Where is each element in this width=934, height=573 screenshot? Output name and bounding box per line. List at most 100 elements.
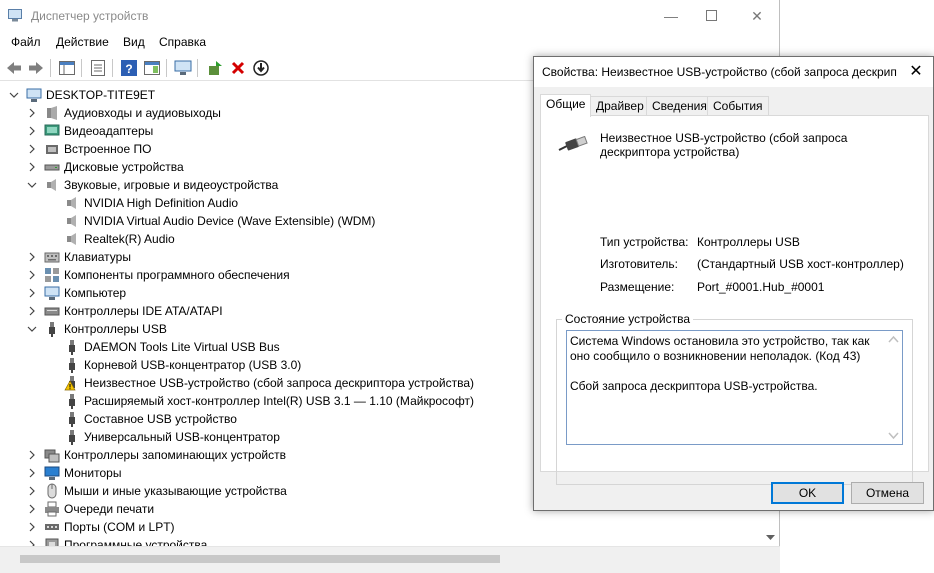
expand-toggle[interactable] <box>26 284 38 302</box>
device-item[interactable]: NVIDIA High Definition Audio <box>64 194 238 212</box>
disk-drive-icon <box>44 159 60 175</box>
chevron-right-icon <box>29 108 35 118</box>
category-item[interactable]: Видеоадаптеры <box>26 122 153 140</box>
expand-toggle[interactable] <box>26 464 38 482</box>
update-driver-icon <box>209 61 222 75</box>
category-item[interactable]: Компьютер <box>26 284 126 302</box>
maximize-button[interactable] <box>688 0 734 32</box>
device-type-value: Контроллеры USB <box>697 235 800 249</box>
scan-hardware-button[interactable] <box>173 58 193 78</box>
category-item[interactable]: Контроллеры запоминающих устройств <box>26 446 286 464</box>
tab-details[interactable]: Сведения <box>646 96 713 116</box>
tree-item-label: Мониторы <box>64 466 122 480</box>
chevron-right-icon <box>29 270 35 280</box>
tree-item-label: Универсальный USB-концентратор <box>84 430 280 444</box>
update-driver-button[interactable] <box>205 58 225 78</box>
general-tab-panel: Неизвестное USB-устройство (сбой запроса… <box>540 115 929 485</box>
warning-icon <box>64 375 80 391</box>
category-item[interactable]: Аудиовходы и аудиовыходы <box>26 104 221 122</box>
category-item[interactable]: Мониторы <box>26 464 121 482</box>
expand-toggle[interactable] <box>26 122 38 140</box>
title-bar: Диспетчер устройств — ✕ <box>0 0 779 32</box>
manufacturer-label: Изготовитель: <box>600 257 678 271</box>
uninstall-device-button[interactable] <box>228 58 248 78</box>
tree-item-label: Звуковые, игровые и видеоустройства <box>64 178 279 192</box>
expand-toggle[interactable] <box>26 320 38 338</box>
tree-item-label: Realtek(R) Audio <box>84 232 175 246</box>
status-scrollbar[interactable] <box>885 331 902 444</box>
toolbar-separator <box>81 59 82 77</box>
computer-icon <box>26 87 42 103</box>
horizontal-scrollbar[interactable] <box>0 546 780 573</box>
expand-toggle[interactable] <box>8 86 20 104</box>
speaker-icon <box>64 213 80 229</box>
menu-help[interactable]: Справка <box>159 35 206 49</box>
expand-toggle[interactable] <box>26 482 38 500</box>
location-label: Размещение: <box>600 280 675 294</box>
expand-toggle[interactable] <box>26 104 38 122</box>
tab-general[interactable]: Общие <box>540 94 592 117</box>
expand-toggle[interactable] <box>26 140 38 158</box>
back-button[interactable] <box>4 58 24 78</box>
category-item[interactable]: Программные устройства <box>26 536 207 546</box>
monitor-icon <box>44 465 60 481</box>
device-status-group: Состояние устройства Система Windows ост… <box>556 312 913 485</box>
menu-action[interactable]: Действие <box>56 35 109 49</box>
device-item[interactable]: Расширяемый хост-контроллер Intel(R) USB… <box>64 392 474 410</box>
show-hide-tree-button[interactable] <box>57 58 77 78</box>
device-name: Неизвестное USB-устройство (сбой запроса… <box>600 131 848 159</box>
menu-view[interactable]: Вид <box>123 35 145 49</box>
tab-driver[interactable]: Драйвер <box>590 96 650 116</box>
expand-toggle[interactable] <box>26 500 38 518</box>
manufacturer-value: (Стандартный USB хост-контроллер) <box>697 257 904 271</box>
expand-toggle[interactable] <box>26 536 38 546</box>
category-item[interactable]: Звуковые, игровые и видеоустройства <box>26 176 278 194</box>
category-item[interactable]: Клавиатуры <box>26 248 131 266</box>
tab-events[interactable]: События <box>707 96 769 116</box>
expand-toggle[interactable] <box>26 176 38 194</box>
device-item[interactable]: Составное USB устройство <box>64 410 237 428</box>
device-item[interactable]: DAEMON Tools Lite Virtual USB Bus <box>64 338 280 356</box>
device-status-textbox[interactable]: Система Windows остановила это устройств… <box>566 330 903 445</box>
tree-item-label: Клавиатуры <box>64 250 131 264</box>
category-item[interactable]: Мыши и иные указывающие устройства <box>26 482 287 500</box>
expand-toggle[interactable] <box>26 248 38 266</box>
action-pane-button[interactable] <box>142 58 162 78</box>
monitor-scan-icon <box>174 60 192 75</box>
category-item[interactable]: Компоненты программного обеспечения <box>26 266 290 284</box>
device-item[interactable]: Универсальный USB-концентратор <box>64 428 280 446</box>
device-item[interactable]: Корневой USB-концентратор (USB 3.0) <box>64 356 301 374</box>
menu-file[interactable]: Файл <box>11 35 41 49</box>
category-item[interactable]: Очереди печати <box>26 500 154 518</box>
category-item[interactable]: Порты (COM и LPT) <box>26 518 175 536</box>
category-item[interactable]: Контроллеры IDE ATA/ATAPI <box>26 302 223 320</box>
properties-button[interactable] <box>88 58 108 78</box>
chevron-down-icon <box>27 326 37 332</box>
expand-toggle[interactable] <box>26 518 38 536</box>
tree-item-label: Корневой USB-концентратор (USB 3.0) <box>84 358 302 372</box>
category-item[interactable]: Контроллеры USB <box>26 320 167 338</box>
category-item[interactable]: Встроенное ПО <box>26 140 151 158</box>
ok-button[interactable]: OK <box>771 482 844 504</box>
tree-item-label: Расширяемый хост-контроллер Intel(R) USB… <box>84 394 474 408</box>
keyboard-icon <box>44 249 60 265</box>
device-item[interactable]: Realtek(R) Audio <box>64 230 175 248</box>
help-button[interactable]: ? <box>119 58 139 78</box>
expand-toggle[interactable] <box>26 266 38 284</box>
dialog-close-button[interactable]: ✕ <box>905 61 927 83</box>
expand-toggle[interactable] <box>26 446 38 464</box>
forward-arrow-icon <box>29 62 43 74</box>
disable-device-button[interactable] <box>251 58 271 78</box>
device-item[interactable]: Неизвестное USB-устройство (сбой запроса… <box>64 374 474 392</box>
category-item[interactable]: Дисковые устройства <box>26 158 184 176</box>
console-tree-icon <box>59 61 75 75</box>
tree-root[interactable]: DESKTOP-TITE9ET <box>8 86 155 104</box>
device-properties-dialog: Свойства: Неизвестное USB-устройство (сб… <box>533 56 934 511</box>
cancel-button[interactable]: Отмена <box>851 482 924 504</box>
expand-toggle[interactable] <box>26 302 38 320</box>
device-item[interactable]: NVIDIA Virtual Audio Device (Wave Extens… <box>64 212 375 230</box>
expand-toggle[interactable] <box>26 158 38 176</box>
scrollbar-thumb[interactable] <box>20 555 500 563</box>
forward-button[interactable] <box>26 58 46 78</box>
close-button[interactable]: ✕ <box>734 0 780 32</box>
